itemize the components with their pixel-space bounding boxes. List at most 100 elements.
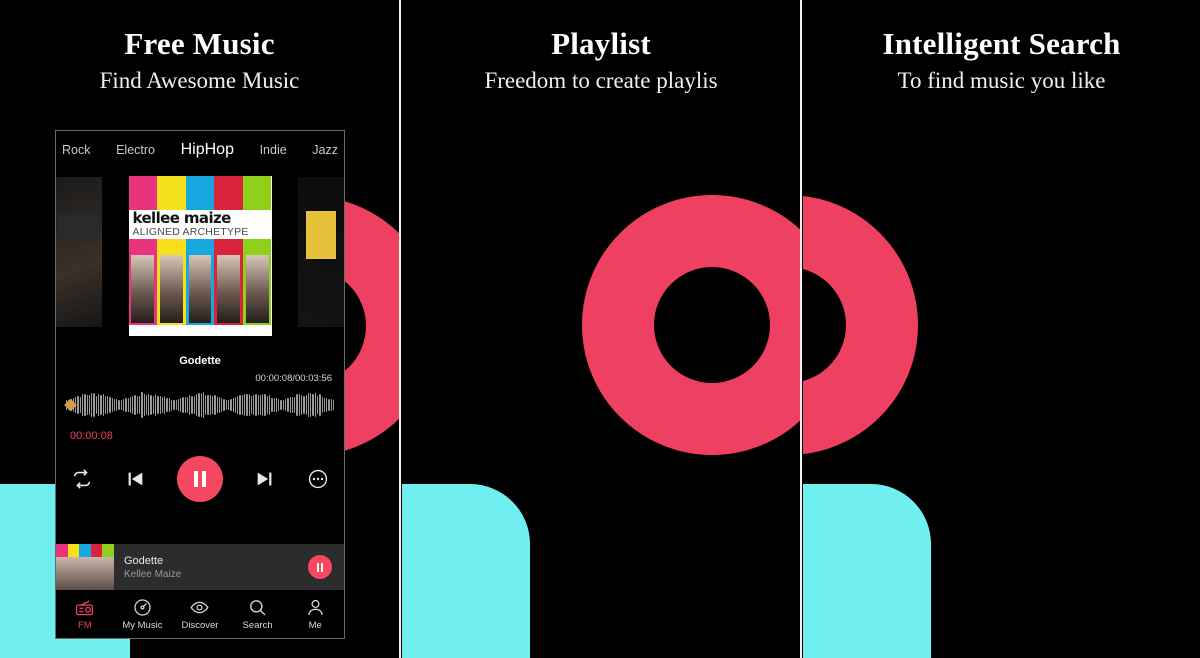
waveform-bar [328,398,330,412]
bottom-nav-panel-1: FM My Music Discover Search Me [56,590,344,638]
waveform-bar [282,399,284,411]
waveform-bar [97,394,100,416]
cyan-shape-decoration [402,484,530,658]
waveform-bar [273,397,275,413]
waveform-bar [326,398,328,412]
waveform-bar [248,394,250,416]
waveform-bar [148,393,150,417]
waveform-bar [280,400,282,410]
waveform-bar [221,398,223,412]
waveform-bar [116,398,118,412]
player-time-display: 00:00:08/00:03:56 [255,373,332,384]
waveform-bar [314,393,316,417]
waveform-bar [77,396,79,414]
genre-tab-rock[interactable]: Rock [62,143,90,157]
waveform-bar [168,398,170,412]
genre-tab-jazz[interactable]: Jazz [312,143,338,157]
waveform-bar [275,398,278,412]
nav-item-search[interactable]: Search [229,598,287,631]
nav-item-me[interactable]: Me [286,598,344,631]
more-options-icon[interactable] [307,468,329,490]
waveform-bar [166,398,168,412]
album-art-next-peek[interactable] [298,177,344,327]
player-elapsed-time: 00:00:08 [70,430,113,442]
nav-label-search: Search [242,619,273,631]
waveform-bar [93,393,95,417]
previous-track-icon[interactable] [124,468,146,490]
next-track-icon[interactable] [254,468,276,490]
album-color-bars-top [128,176,272,210]
pink-ring-decoration [803,195,918,455]
waveform-bar [227,400,230,410]
panel-divider [399,0,401,658]
waveform-bar [239,395,241,415]
nav-item-my-music[interactable]: My Music [114,598,172,631]
waveform-bar [81,394,84,416]
waveform-bar [246,394,248,416]
genre-tab-hiphop[interactable]: HipHop [181,141,234,159]
waveform-bar [107,395,109,415]
waveform-bar [104,396,107,414]
album-art-carousel: kellee maize ALIGNED ARCHETYPE [56,167,344,345]
waveform-bar [269,395,271,415]
waveform-bar [250,395,253,415]
waveform-bar [257,395,259,415]
waveform-bar [139,395,141,415]
nav-item-discover[interactable]: Discover [171,598,229,631]
waveform-bar [205,394,207,416]
waveform-bar [100,395,102,415]
waveform-bar [209,394,211,416]
waveform-bar [291,396,294,414]
genre-tab-electro[interactable]: Electro [116,143,155,157]
pause-icon[interactable] [176,456,223,502]
waveform-bar [212,395,214,415]
panel-2-subtitle: Freedom to create playlis [484,67,718,93]
phone-mockup-player: Rock Electro HipHop Indie Jazz kellee ma… [55,130,345,639]
waveform-bar [259,394,262,416]
waveform-bar [180,397,182,413]
waveform-bar [216,396,218,414]
waveform-bar [109,396,111,414]
waveform-bar [91,392,93,418]
waveform-bar [141,392,143,418]
album-art-prev-peek[interactable] [56,177,102,327]
waveform-bar [111,398,113,412]
waveform-bar [125,397,127,413]
waveform-bar [255,394,257,416]
waveform-bar [129,396,132,414]
waveform-bar [143,394,145,416]
waveform-bar [127,398,129,412]
waveform-bar [230,399,232,411]
waveform-bar [118,399,120,411]
genre-tab-indie[interactable]: Indie [260,143,287,157]
repeat-icon[interactable] [71,468,93,490]
now-playing-artist: Kellee Maize [124,568,182,580]
waveform-bar [184,397,186,413]
waveform-bar [132,396,134,414]
album-cover[interactable]: kellee maize ALIGNED ARCHETYPE [128,176,272,336]
waveform-bar [312,393,314,417]
mini-pause-icon[interactable] [308,555,332,579]
waveform-bar [202,392,205,418]
waveform-bar [294,396,296,414]
nav-item-fm[interactable]: FM [56,598,114,631]
promo-panel-free-music: Free Music Find Awesome Music Rock Elect… [0,0,399,658]
waveform-bar [154,393,157,417]
album-title-text: ALIGNED ARCHETYPE [132,226,249,238]
panel-divider [800,0,802,658]
player-track-title: Godette [179,355,221,367]
waveform-bar [271,397,273,413]
panel-2-title: Playlist [551,26,651,61]
waveform-bar [196,394,198,416]
panel-3-subtitle: To find music you like [897,67,1106,93]
waveform-bar [218,397,221,413]
panel-1-subtitle: Find Awesome Music [99,67,300,93]
waveform-bar [225,399,227,411]
waveform-bar [86,394,88,416]
waveform-bar [307,393,310,417]
waveform-bar [123,399,125,411]
waveform-bar [120,400,123,410]
now-playing-bar[interactable]: Godette Kellee Maize [56,544,344,590]
audio-waveform[interactable] [64,388,335,422]
waveform-bar [189,395,191,415]
